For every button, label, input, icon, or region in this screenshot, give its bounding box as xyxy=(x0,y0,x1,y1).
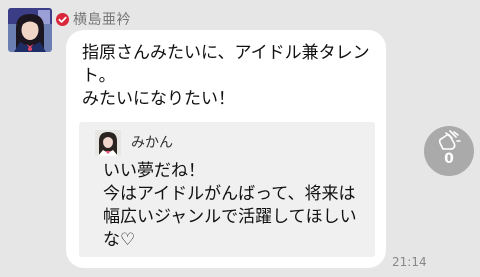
sender-name[interactable]: 横島亜衿 xyxy=(73,9,131,29)
verified-check-icon xyxy=(56,12,69,26)
clap-count: 0 xyxy=(444,151,454,167)
message-bubble: 指原さんみたいに、アイドル兼タレント。 みたいになりたい！ みかん いい夢だね！… xyxy=(66,30,386,268)
sender-row: 横島亜衿 xyxy=(56,8,131,30)
quote-text: いい夢だね！ 今はアイドルがんばって、将来は幅広いジャンルで活躍してほしいな♡ xyxy=(103,161,357,250)
message-text: 指原さんみたいに、アイドル兼タレント。 みたいになりたい！ xyxy=(82,43,370,109)
quote-author-name[interactable]: みかん xyxy=(131,132,173,152)
sender-avatar[interactable] xyxy=(8,8,52,52)
message-timestamp: 21:14 xyxy=(392,255,427,269)
quoted-reply[interactable]: みかん いい夢だね！ 今はアイドルがんばって、将来は幅広いジャンルで活躍してほし… xyxy=(79,122,375,257)
clap-button[interactable]: 0 xyxy=(424,126,474,176)
quote-avatar[interactable] xyxy=(95,130,121,156)
